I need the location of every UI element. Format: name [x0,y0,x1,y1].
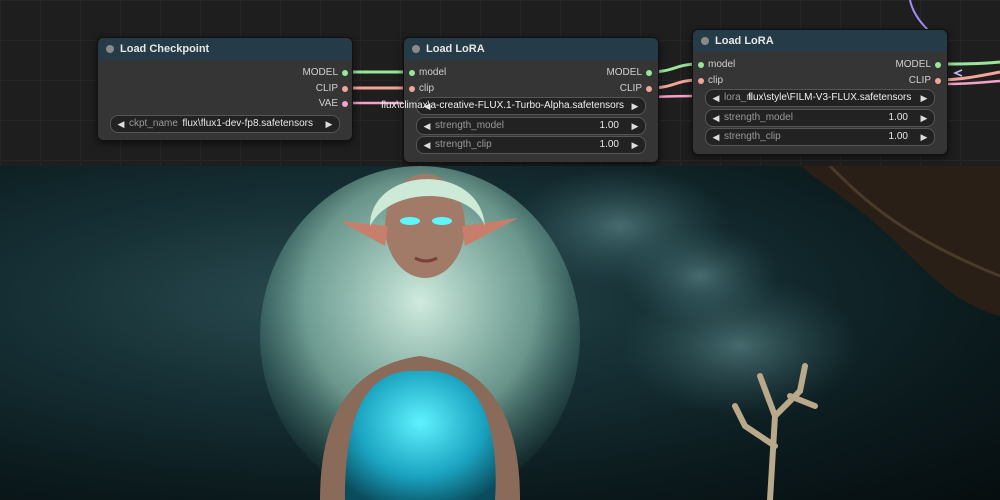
mist-cloud [620,226,780,326]
model-input-dot-icon[interactable] [698,62,704,68]
arrow-right-icon[interactable]: ▶ [629,137,641,153]
widget-label: strength_clip [435,139,492,150]
node-title: Load LoRA [426,43,485,55]
widget-label: strength_model [435,120,504,131]
port-label: MODEL [895,59,931,70]
arrow-right-icon[interactable]: ▶ [918,129,930,145]
port-label: model [419,67,447,78]
vae-output-dot-icon[interactable] [342,101,348,107]
node-graph-canvas[interactable]: Load Checkpoint MODEL CLIP VAE ◀ ckpt_na… [0,0,1000,166]
glowing-eye [400,217,420,225]
arrow-left-icon[interactable]: ◀ [421,118,433,134]
port-label: CLIP [315,83,338,94]
widget-label: strength_model [724,112,793,123]
arrow-right-icon[interactable]: ▶ [323,116,335,132]
widget-value: flux\climax\a-creative-FLUX.1-Turbo-Alph… [381,100,625,111]
strength-model-number[interactable]: ◀ strength_model 1.00 ▶ [705,109,935,127]
widget-value: flux\flux1-dev-fp8.safetensors [182,118,313,129]
widget-value: 1.00 [888,131,908,142]
output-clip[interactable]: CLIP [619,82,652,96]
arrow-right-icon[interactable]: ▶ [918,90,930,106]
output-clip[interactable]: CLIP [315,82,348,96]
clip-output-dot-icon[interactable] [342,86,348,92]
load-lora-node[interactable]: Load LoRA model clip MODEL CLIP ◀ lora_n… [692,29,948,155]
port-label: CLIP [908,75,931,86]
clip-input-dot-icon[interactable] [698,78,704,84]
output-model[interactable]: MODEL [606,66,652,80]
ckpt-name-combo[interactable]: ◀ ckpt_name flux\flux1-dev-fp8.safetenso… [110,115,340,133]
node-title-bar[interactable]: Load LoRA [693,30,947,52]
clip-wire [953,69,963,77]
collapse-dot-icon[interactable] [412,45,420,53]
widget-value: 1.00 [599,120,619,131]
generated-image-preview [0,166,1000,500]
node-title: Load LoRA [715,35,774,47]
latent-wire [909,0,929,31]
port-label: MODEL [606,67,642,78]
widget-value: flux\style\FILM-V3-FLUX.safetensors [748,92,912,103]
model-output-dot-icon[interactable] [935,62,941,68]
arrow-left-icon[interactable]: ◀ [421,137,433,153]
node-title: Load Checkpoint [120,43,210,55]
model-input-dot-icon[interactable] [409,70,415,76]
arrow-left-icon[interactable]: ◀ [710,129,722,145]
elf-illustration [260,166,1000,500]
output-clip[interactable]: CLIP [908,74,941,88]
port-label: CLIP [619,83,642,94]
load-checkpoint-node[interactable]: Load Checkpoint MODEL CLIP VAE ◀ ckpt_na… [97,37,353,141]
collapse-dot-icon[interactable] [701,37,709,45]
arrow-left-icon[interactable]: ◀ [710,110,722,126]
strength-clip-number[interactable]: ◀ strength_clip 1.00 ▶ [705,128,935,146]
output-model[interactable]: MODEL [895,58,941,72]
arrow-left-icon[interactable]: ◀ [115,116,127,132]
output-vae[interactable]: VAE [318,97,348,111]
widget-label: ckpt_name [129,118,178,129]
vae-wire [945,79,1000,86]
strength-model-number[interactable]: ◀ strength_model 1.00 ▶ [416,117,646,135]
arrow-right-icon[interactable]: ▶ [918,110,930,126]
node-title-bar[interactable]: Load LoRA [404,38,658,60]
widget-label: strength_clip [724,131,781,142]
arrow-left-icon[interactable]: ◀ [710,90,722,106]
port-label: MODEL [302,67,338,78]
collapse-dot-icon[interactable] [106,45,114,53]
port-label: model [708,59,736,70]
port-label: clip [419,83,435,94]
input-model[interactable]: model [698,58,736,72]
widget-value: 1.00 [599,139,619,150]
port-label: VAE [318,98,338,109]
widget-value: 1.00 [888,112,908,123]
tree-branch [800,166,1000,316]
port-label: clip [708,75,724,86]
glowing-eye [432,217,452,225]
input-clip[interactable]: clip [409,82,435,96]
output-model[interactable]: MODEL [302,66,348,80]
model-output-dot-icon[interactable] [342,70,348,76]
clip-output-dot-icon[interactable] [646,86,652,92]
lora-name-combo[interactable]: ◀ flux\climax\a-creative-FLUX.1-Turbo-Al… [381,97,646,115]
arrow-right-icon[interactable]: ▶ [629,118,641,134]
clip-input-dot-icon[interactable] [409,86,415,92]
input-clip[interactable]: clip [698,74,724,88]
node-title-bar[interactable]: Load Checkpoint [98,38,352,60]
load-lora-node[interactable]: Load LoRA model clip MODEL CLIP ◀ flux\c… [381,37,659,163]
input-model[interactable]: model [409,66,447,80]
arrow-right-icon[interactable]: ▶ [629,98,641,114]
strength-clip-number[interactable]: ◀ strength_clip 1.00 ▶ [416,136,646,154]
lora-name-combo[interactable]: ◀ lora_n flux\style\FILM-V3-FLUX.safeten… [705,89,935,107]
model-output-dot-icon[interactable] [646,70,652,76]
clip-output-dot-icon[interactable] [935,78,941,84]
